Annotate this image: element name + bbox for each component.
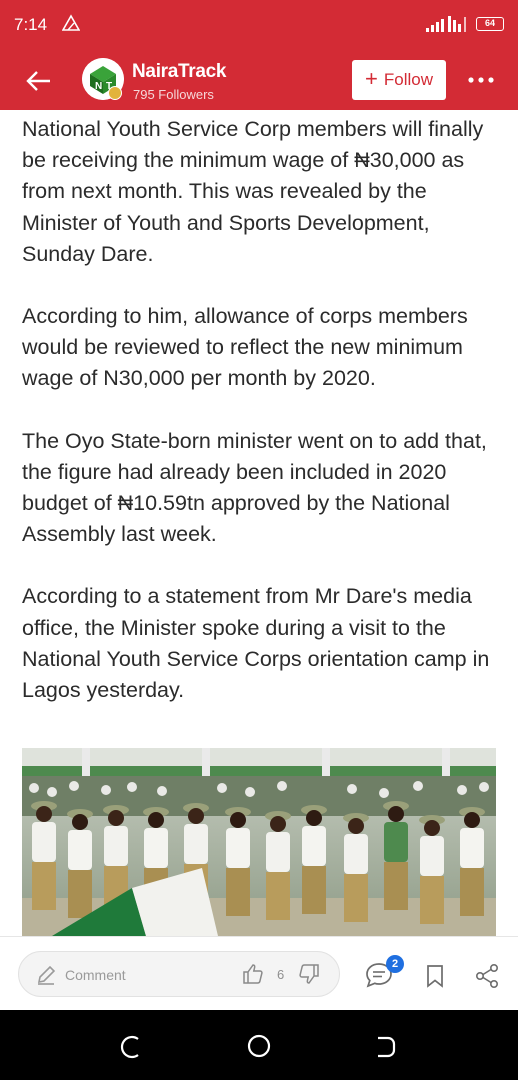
- thumbs-down-icon[interactable]: [297, 962, 321, 986]
- channel-name[interactable]: NairaTrack: [132, 61, 226, 83]
- channel-header: N T NairaTrack 795 Followers + Follow: [0, 50, 518, 110]
- status-bar: 7:14 64: [0, 0, 518, 50]
- follow-button[interactable]: + Follow: [352, 60, 446, 100]
- article-body: National Youth Service Corp members will…: [22, 114, 502, 737]
- follower-count: 795 Followers: [133, 87, 214, 102]
- nysc-parade-photo: [22, 748, 496, 936]
- article-paragraph: According to a statement from Mr Dare's …: [22, 584, 490, 703]
- article-paragraph: According to him, allowance of corps mem…: [22, 304, 468, 391]
- article-action-bar: Comment 6 2: [0, 936, 518, 1010]
- plus-icon: +: [365, 66, 378, 91]
- comment-input[interactable]: Comment 6: [18, 951, 340, 997]
- article-paragraph: The Oyo State-born minister went on to a…: [22, 428, 487, 547]
- hashtag-badge-icon: [108, 86, 122, 100]
- bookmark-icon[interactable]: [424, 963, 446, 989]
- nav-back-icon[interactable]: [372, 1034, 398, 1060]
- back-arrow-icon[interactable]: [24, 66, 54, 96]
- recent-apps-icon[interactable]: [118, 1034, 144, 1060]
- battery-indicator: 64: [476, 17, 504, 31]
- article-paragraph: National Youth Service Corp members will…: [22, 117, 484, 266]
- status-time: 7:14: [14, 15, 48, 34]
- comment-count-badge: 2: [386, 955, 404, 973]
- thumbs-up-icon[interactable]: [241, 962, 265, 986]
- svg-text:N: N: [95, 81, 102, 92]
- more-dots-icon[interactable]: [466, 68, 496, 92]
- share-icon[interactable]: [474, 963, 500, 989]
- pencil-icon: [37, 965, 56, 985]
- home-circle-icon[interactable]: [246, 1033, 272, 1059]
- warning-triangle-icon: [62, 14, 80, 31]
- comment-placeholder: Comment: [65, 967, 126, 983]
- system-nav-bar: [0, 1010, 518, 1080]
- signal-icon: [426, 16, 466, 32]
- article-photo[interactable]: [22, 748, 496, 936]
- like-count: 6: [277, 967, 285, 982]
- follow-label: Follow: [383, 70, 433, 89]
